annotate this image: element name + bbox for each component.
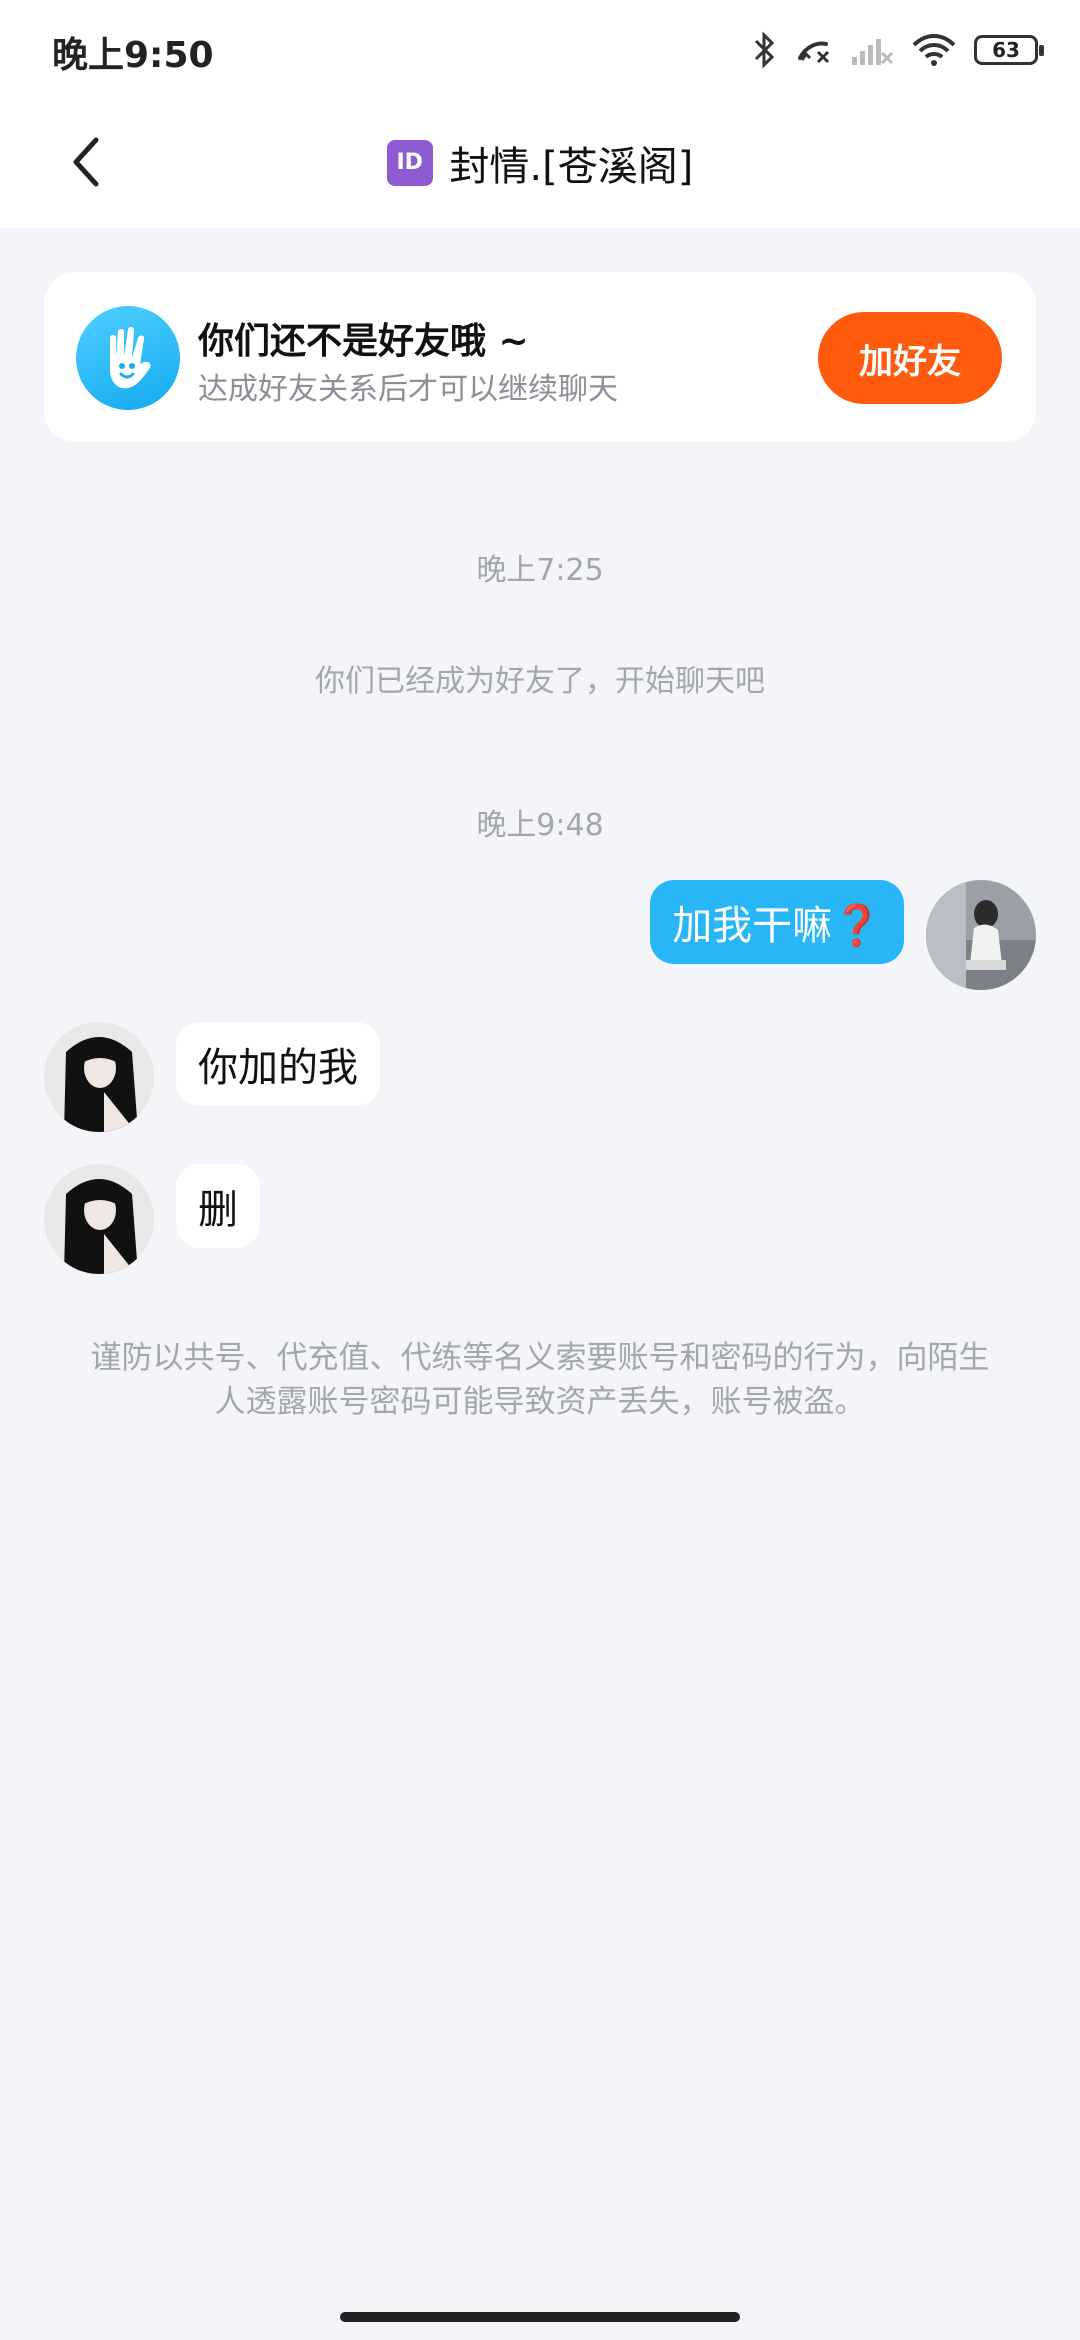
battery-icon: 63 [974, 35, 1044, 65]
incoming-message[interactable]: 删 [176, 1164, 260, 1248]
bluetooth-icon [754, 31, 775, 69]
id-badge-icon: ID [386, 140, 433, 186]
timestamp: 晚上7:25 [476, 553, 604, 588]
banner-subtitle: 达成好友关系后才可以继续聊天 [198, 372, 618, 407]
waving-hand-icon [76, 306, 180, 410]
system-message: 你们已经成为好友了，开始聊天吧 [315, 664, 765, 699]
contact-avatar[interactable] [44, 1164, 154, 1274]
status-bar: 晚上9:50 63 [0, 0, 1080, 100]
wifi-icon [912, 34, 956, 66]
my-avatar[interactable] [926, 880, 1036, 990]
chat-header: ID 封情.[苍溪阁] [0, 100, 1080, 228]
contact-avatar[interactable] [44, 1022, 154, 1132]
status-time: 晚上9:50 [52, 35, 214, 76]
not-friend-banner: 你们还不是好友哦 ~ 达成好友关系后才可以继续聊天 加好友 [44, 272, 1036, 442]
home-indicator[interactable] [340, 2312, 740, 2322]
add-friend-button[interactable]: 加好友 [818, 312, 1002, 404]
call-missed-icon [798, 41, 830, 64]
page-title: ID 封情.[苍溪阁] [0, 134, 1080, 192]
contact-name: 封情.[苍溪阁] [449, 144, 694, 190]
battery-level: 63 [992, 38, 1020, 62]
timestamp: 晚上9:48 [476, 808, 604, 843]
status-icons: 63 [752, 26, 1044, 74]
banner-title: 你们还不是好友哦 ~ [198, 321, 529, 362]
incoming-message[interactable]: 你加的我 [176, 1022, 380, 1106]
security-warning: 谨防以共号、代充值、代练等名义索要账号和密码的行为，向陌生人透露账号密码可能导致… [90, 1340, 990, 1420]
signal-icon [852, 39, 894, 65]
outgoing-message[interactable]: 加我干嘛❓ [650, 880, 904, 964]
